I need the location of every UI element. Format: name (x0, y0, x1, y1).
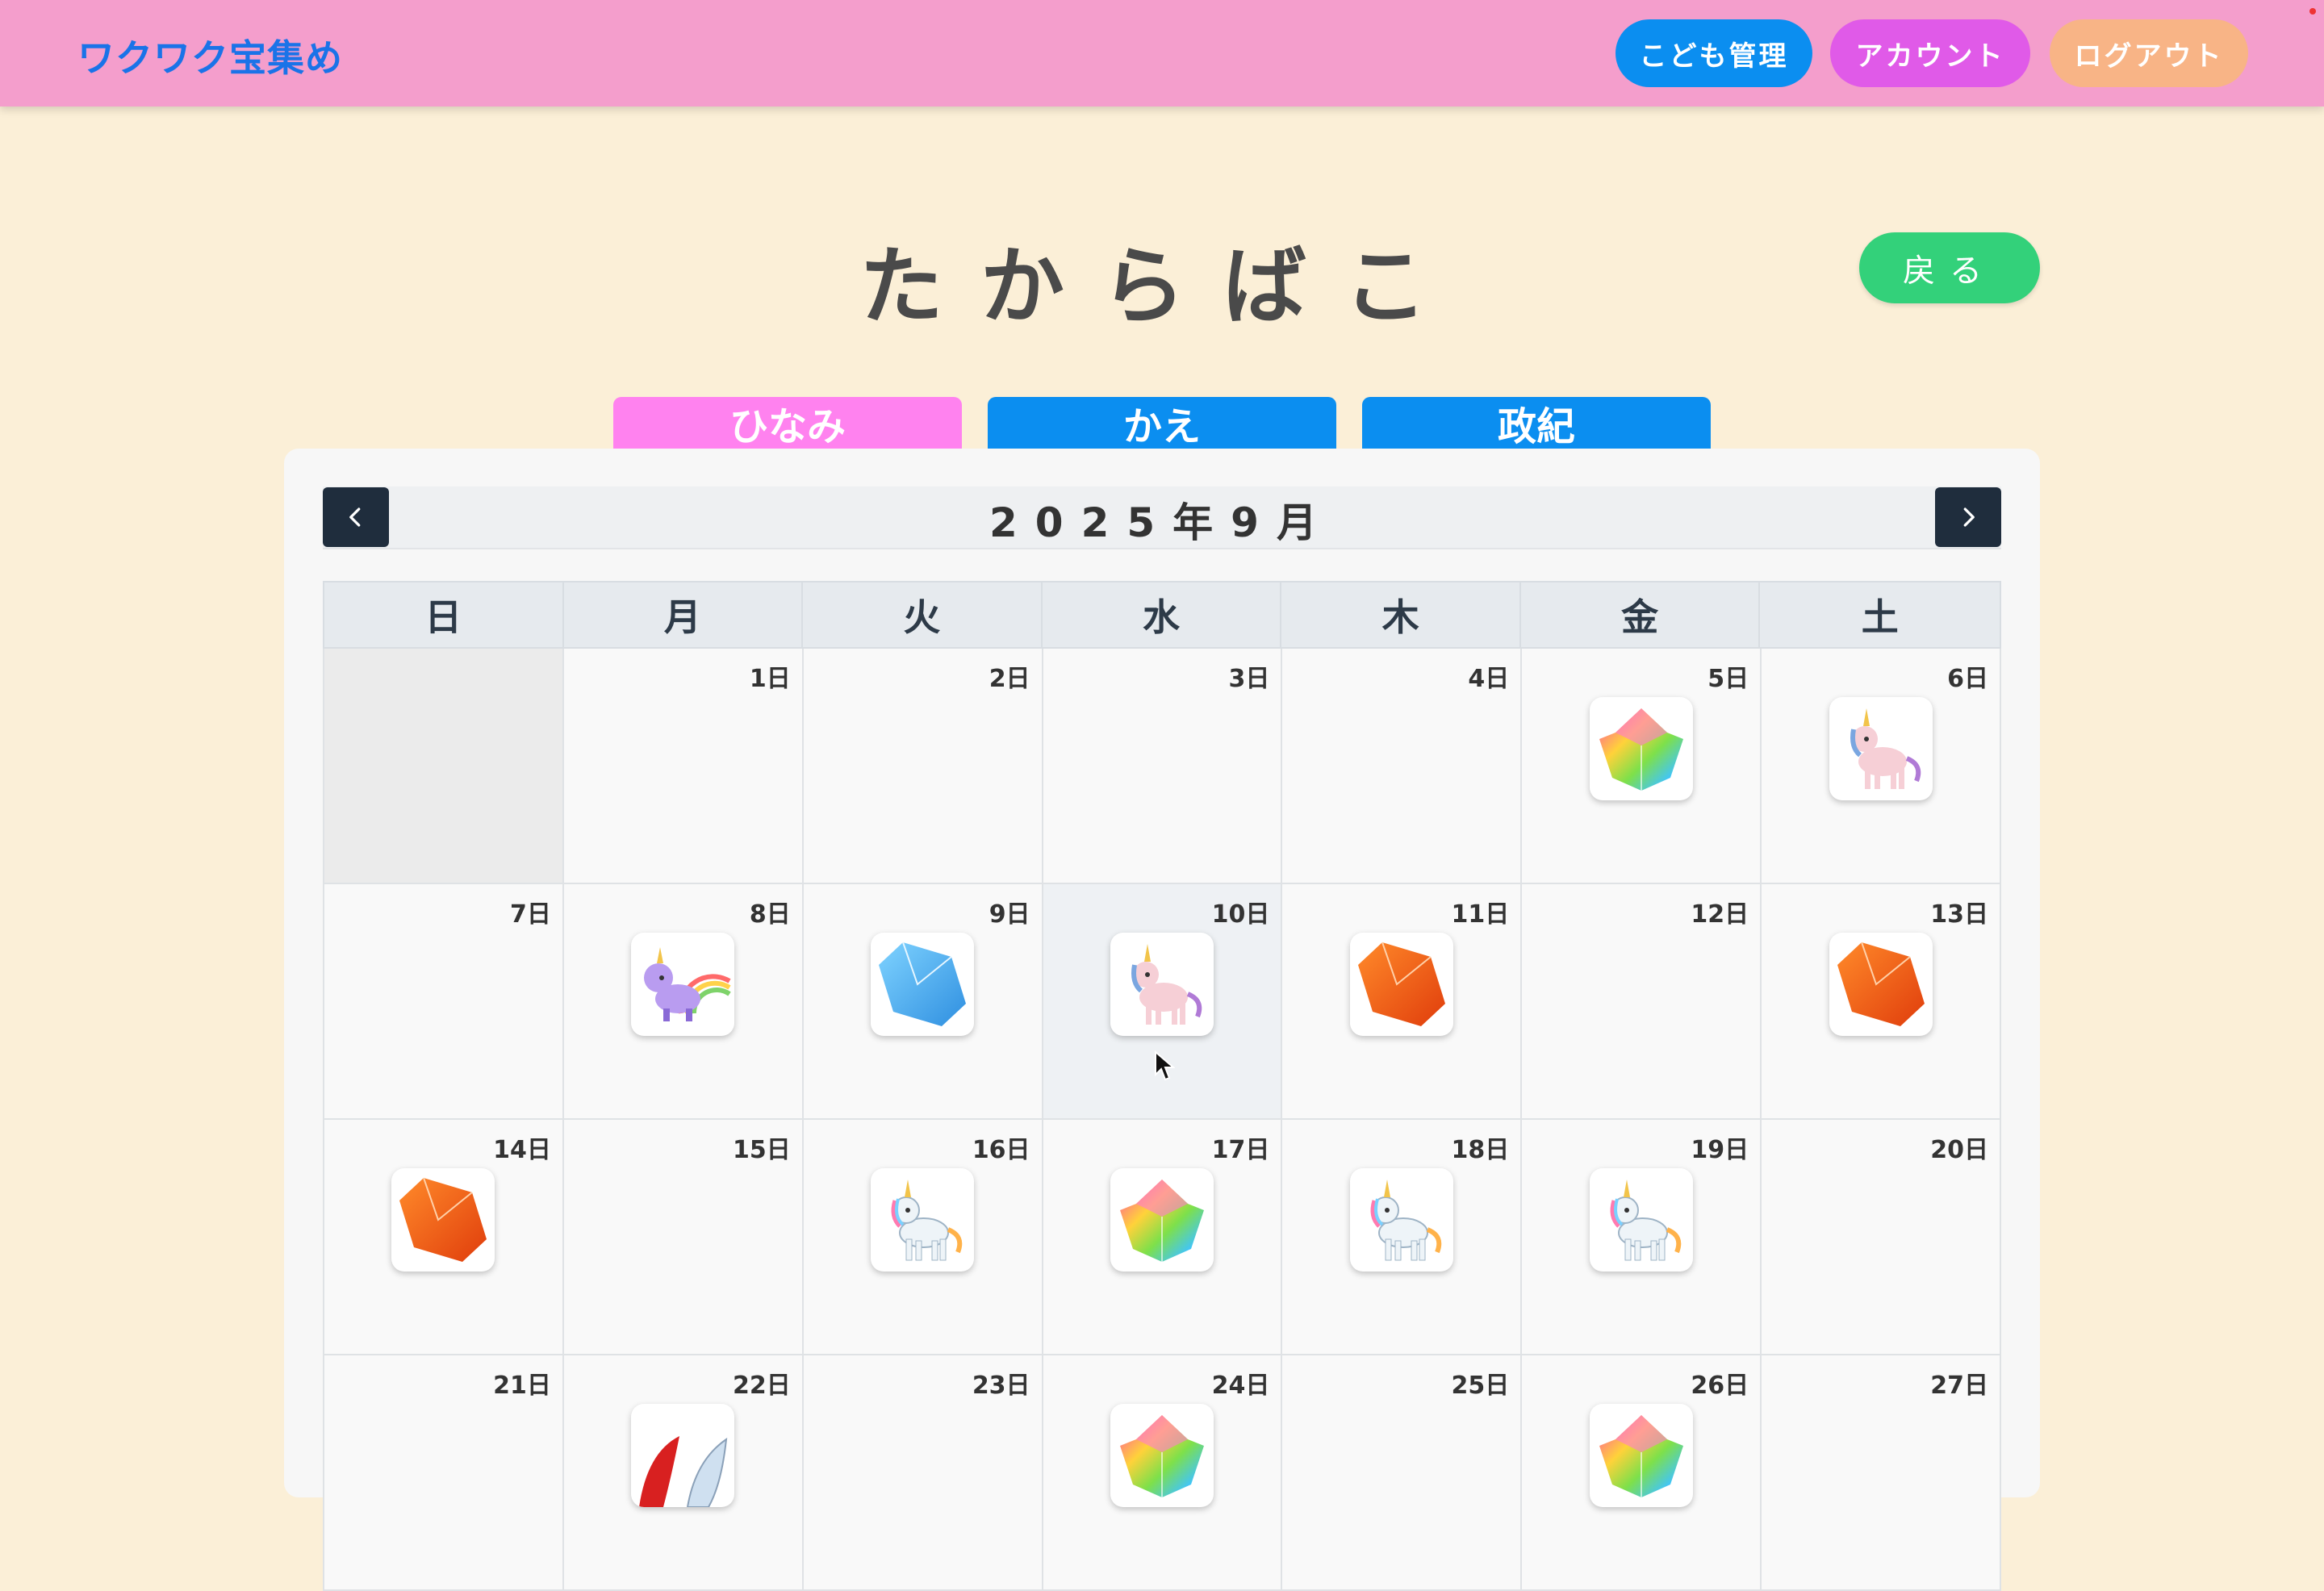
chevron-right-icon (1963, 507, 1975, 527)
day-number: 24日 (1211, 1372, 1270, 1400)
calendar-day-cell[interactable]: 8日 (563, 884, 804, 1120)
calendar-day-cell[interactable]: 4日 (1282, 649, 1523, 884)
day-number: 2日 (989, 665, 1030, 693)
calendar-day-cell[interactable]: 27日 (1762, 1355, 2001, 1591)
calendar-day-cell[interactable]: 5日 (1522, 649, 1762, 884)
tab-child-1[interactable]: ひなみ (613, 397, 962, 449)
purple-unicorn-rainbow-sticker-icon[interactable] (631, 933, 735, 1036)
orange-gem-sticker-icon[interactable] (1829, 933, 1933, 1036)
chevron-left-icon (349, 507, 361, 527)
rainbow-gem-sticker-icon[interactable] (1589, 697, 1693, 800)
calendar-day-cell[interactable]: 11日 (1282, 884, 1523, 1120)
calendar-day-cell (324, 649, 564, 884)
calendar-day-cell[interactable]: 1日 (563, 649, 804, 884)
day-number: 1日 (749, 665, 791, 693)
status-dot (2309, 8, 2316, 15)
next-month-button[interactable] (1935, 487, 2001, 547)
white-unicorn-sticker-icon[interactable] (871, 1168, 975, 1272)
day-number: 12日 (1691, 900, 1749, 929)
day-number: 6日 (1947, 665, 1988, 693)
day-number: 22日 (732, 1372, 791, 1400)
rainbow-gem-sticker-icon[interactable] (1110, 1168, 1214, 1272)
orange-gem-sticker-icon[interactable] (1349, 933, 1453, 1036)
pink-unicorn-sticker-icon[interactable] (1829, 697, 1933, 800)
tab-child-2[interactable]: かえ (988, 397, 1336, 449)
red-feather-sticker-icon[interactable] (631, 1404, 735, 1507)
calendar-day-cell[interactable]: 3日 (1043, 649, 1283, 884)
weekday-wed: 水 (1043, 583, 1282, 647)
app-logo[interactable]: ワクワク宝集め (77, 29, 343, 82)
account-button[interactable]: アカウント (1830, 19, 2030, 87)
calendar-day-cell[interactable]: 16日 (803, 1120, 1043, 1355)
day-number: 23日 (972, 1372, 1030, 1400)
day-number: 19日 (1691, 1136, 1749, 1164)
tab-child-3[interactable]: 政紀 (1362, 397, 1711, 449)
day-number: 16日 (972, 1136, 1030, 1164)
day-number: 13日 (1930, 900, 1988, 929)
weekday-thu: 木 (1281, 583, 1521, 647)
rainbow-gem-sticker-icon[interactable] (1589, 1404, 1693, 1507)
day-number: 9日 (989, 900, 1030, 929)
weekday-header: 日 月 火 水 木 金 土 (323, 581, 2001, 649)
day-number: 14日 (493, 1136, 551, 1164)
calendar-day-cell[interactable]: 10日 (1043, 884, 1283, 1120)
calendar-day-cell[interactable]: 7日 (324, 884, 564, 1120)
calendar-grid: 1日 2日 3日 4日 5日 6日 7日 8日 9日 10日 11日 12日 13日 14日 15日 16日 1… (323, 649, 2001, 1591)
day-number: 4日 (1468, 665, 1510, 693)
day-number: 18日 (1451, 1136, 1510, 1164)
logout-button[interactable]: ログアウト (2050, 19, 2248, 87)
pink-unicorn-sticker-icon[interactable] (1110, 933, 1214, 1036)
kids-management-button[interactable]: こども管理 (1616, 19, 1812, 87)
calendar-day-cell[interactable]: 25日 (1282, 1355, 1523, 1591)
day-number: 7日 (509, 900, 551, 929)
weekday-sun: 日 (324, 583, 564, 647)
day-number: 15日 (732, 1136, 791, 1164)
day-number: 10日 (1211, 900, 1270, 929)
blue-gem-sticker-icon[interactable] (871, 933, 975, 1036)
calendar-day-cell[interactable]: 19日 (1522, 1120, 1762, 1355)
orange-gem-sticker-icon[interactable] (391, 1168, 495, 1272)
weekday-mon: 月 (564, 583, 804, 647)
calendar-day-cell[interactable]: 6日 (1762, 649, 2001, 884)
day-number: 25日 (1451, 1372, 1510, 1400)
day-number: 17日 (1211, 1136, 1270, 1164)
calendar-day-cell[interactable]: 9日 (803, 884, 1043, 1120)
day-number: 21日 (493, 1372, 551, 1400)
calendar-day-cell[interactable]: 20日 (1762, 1120, 2001, 1355)
day-number: 26日 (1691, 1372, 1749, 1400)
month-label: 2025年9月 (989, 499, 1335, 546)
white-unicorn-sticker-icon[interactable] (1589, 1168, 1693, 1272)
weekday-tue: 火 (803, 583, 1043, 647)
calendar-day-cell[interactable]: 18日 (1282, 1120, 1523, 1355)
top-bar: ワクワク宝集め こども管理 アカウント ログアウト (0, 0, 2324, 106)
calendar-day-cell[interactable]: 12日 (1522, 884, 1762, 1120)
calendar-day-cell[interactable]: 22日 (563, 1355, 804, 1591)
weekday-sat: 土 (1861, 595, 1899, 639)
day-number: 5日 (1707, 665, 1749, 693)
day-number: 27日 (1930, 1372, 1988, 1400)
calendar-day-cell[interactable]: 13日 (1762, 884, 2001, 1120)
day-number: 20日 (1930, 1136, 1988, 1164)
prev-month-button[interactable] (323, 487, 389, 547)
calendar-day-cell[interactable]: 23日 (803, 1355, 1043, 1591)
rainbow-gem-sticker-icon[interactable] (1110, 1404, 1214, 1507)
mouse-cursor-icon (1155, 1050, 1175, 1081)
calendar-day-cell[interactable]: 15日 (563, 1120, 804, 1355)
calendar-day-cell[interactable]: 17日 (1043, 1120, 1283, 1355)
back-button[interactable]: 戻る (1859, 232, 2040, 303)
calendar-day-cell[interactable]: 24日 (1043, 1355, 1283, 1591)
calendar-day-cell[interactable]: 21日 (324, 1355, 564, 1591)
day-number: 3日 (1228, 665, 1270, 693)
calendar-day-cell[interactable]: 14日 (324, 1120, 564, 1355)
day-number: 11日 (1451, 900, 1510, 929)
weekday-fri: 金 (1521, 583, 1761, 647)
day-number: 8日 (749, 900, 791, 929)
calendar-day-cell[interactable]: 26日 (1522, 1355, 1762, 1591)
calendar-day-cell[interactable]: 2日 (803, 649, 1043, 884)
white-unicorn-sticker-icon[interactable] (1349, 1168, 1453, 1272)
